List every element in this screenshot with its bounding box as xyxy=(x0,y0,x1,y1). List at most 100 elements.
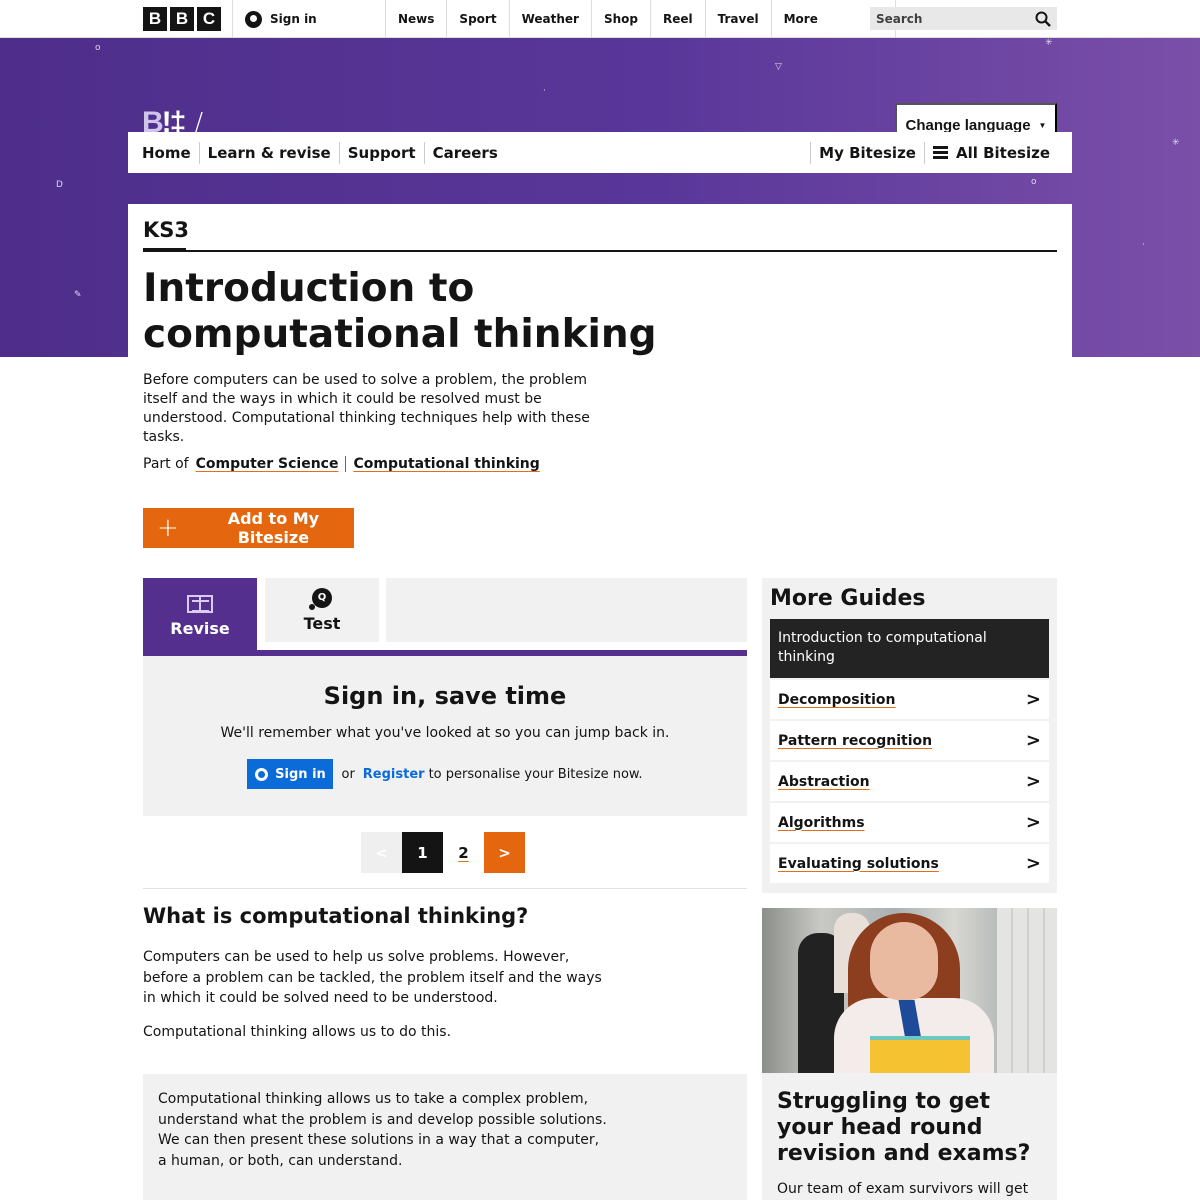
decorative-sparkle-icon: ✳ xyxy=(1172,138,1180,148)
add-to-my-bitesize-button[interactable]: + Add to My Bitesize xyxy=(143,508,354,548)
breadcrumb-computer-science[interactable]: Computer Science xyxy=(189,456,346,472)
bbc-sign-in-label: Sign in xyxy=(270,12,317,26)
bbc-logo-letter: C xyxy=(197,7,221,31)
tab-test-label: Test xyxy=(303,613,341,633)
guide-item-label: Evaluating solutions xyxy=(778,855,939,872)
nav-support[interactable]: Support xyxy=(338,141,424,164)
more-guides-panel: More Guides Introduction to computationa… xyxy=(762,578,1057,893)
decorative-pencil-icon: ✎ xyxy=(74,290,82,300)
page-2-link[interactable]: 2 xyxy=(443,832,484,873)
guide-item-abstraction[interactable]: Abstraction > xyxy=(770,762,1049,801)
nav-news[interactable]: News xyxy=(385,0,446,38)
guide-item-evaluating-solutions[interactable]: Evaluating solutions > xyxy=(770,844,1049,883)
nav-all-bitesize[interactable]: All Bitesize xyxy=(923,141,1058,164)
promo-image-lockers xyxy=(997,908,1057,1073)
article-heading: What is computational thinking? xyxy=(143,904,529,928)
article-paragraph: Computational thinking allows us to do t… xyxy=(143,1024,452,1040)
nav-weather[interactable]: Weather xyxy=(508,0,591,38)
chevron-down-icon: ▼ xyxy=(1038,121,1047,130)
promo-image-folder xyxy=(870,1036,970,1073)
menu-icon xyxy=(932,146,948,159)
nav-careers[interactable]: Careers xyxy=(423,141,506,164)
nav-my-bitesize[interactable]: My Bitesize xyxy=(810,141,924,164)
guide-item-label: Abstraction xyxy=(778,773,870,790)
chevron-right-icon: > xyxy=(1025,730,1041,751)
part-of-label: Part of xyxy=(143,456,189,472)
bbc-top-nav: News Sport Weather Shop Reel Travel More… xyxy=(385,0,896,38)
chevron-right-icon: > xyxy=(1025,853,1041,874)
bbc-logo[interactable]: B B C xyxy=(143,7,221,31)
revision-promo-card[interactable]: Struggling to get your head round revisi… xyxy=(762,908,1057,1200)
or-text: or xyxy=(341,766,355,782)
nav-travel[interactable]: Travel xyxy=(704,0,771,38)
chevron-right-icon: > xyxy=(1025,771,1041,792)
sign-in-button-label: Sign in xyxy=(275,766,326,782)
guide-summary: Before computers can be used to solve a … xyxy=(143,372,590,445)
decorative-triangle-icon: ▽ xyxy=(775,62,782,72)
chevron-right-icon: > xyxy=(1025,812,1041,833)
tab-revise[interactable]: Revise xyxy=(143,578,257,654)
next-page-button[interactable]: > xyxy=(484,832,525,873)
user-icon xyxy=(245,10,262,28)
promo-heading: Struggling to get your head round revisi… xyxy=(777,1089,1031,1166)
pagination: < 1 2 > xyxy=(361,832,525,873)
key-stage-divider xyxy=(143,248,1057,252)
bbc-global-bar: B B C Sign in News Sport Weather Shop Re… xyxy=(0,0,1200,38)
sign-in-button[interactable]: Sign in xyxy=(247,759,334,789)
guide-item-decomposition[interactable]: Decomposition > xyxy=(770,680,1049,719)
quiz-icon: Q xyxy=(309,587,332,610)
nav-more-label: More xyxy=(783,12,818,26)
article-paragraph: Computers can be used to help us solve p… xyxy=(143,949,602,1006)
previous-page-button[interactable]: < xyxy=(361,832,402,873)
breadcrumb: Part of Computer Science Computational t… xyxy=(143,456,547,472)
guide-content: KS3 Introduction to computational thinki… xyxy=(128,204,1072,1200)
more-guides-heading: More Guides xyxy=(770,586,926,611)
decorative-dot-icon: · xyxy=(1142,240,1145,250)
decorative-dot-icon: · xyxy=(543,86,546,96)
bbc-logo-letter: B xyxy=(170,7,194,31)
bbc-sign-in-link[interactable]: Sign in xyxy=(232,0,317,38)
add-to-my-bitesize-label: Add to My Bitesize xyxy=(227,509,320,547)
page-1-button[interactable]: 1 xyxy=(402,832,443,873)
callout-text: Computational thinking allows us to take… xyxy=(158,1091,607,1169)
decorative-circle-icon: o xyxy=(1031,177,1037,187)
guide-item-pattern-recognition[interactable]: Pattern recognition > xyxy=(770,721,1049,760)
search-icon[interactable] xyxy=(1035,11,1051,27)
nav-shop[interactable]: Shop xyxy=(590,0,650,38)
key-stage-label: KS3 xyxy=(143,218,190,242)
section-divider xyxy=(143,888,747,889)
nav-all-bitesize-label: All Bitesize xyxy=(955,143,1050,162)
sign-in-panel: Sign in, save time We'll remember what y… xyxy=(143,656,747,816)
promo-text: Our team of exam survivors will get xyxy=(777,1181,1029,1197)
user-icon xyxy=(255,767,269,781)
sign-in-heading: Sign in, save time xyxy=(323,682,567,710)
guide-tabs: Revise Q Test xyxy=(143,578,747,658)
guide-item-label: Pattern recognition xyxy=(778,732,933,749)
decorative-sparkle-icon: ✳ xyxy=(1045,38,1053,48)
current-guide-item: Introduction to computational thinking xyxy=(770,619,1049,678)
guide-item-algorithms[interactable]: Algorithms > xyxy=(770,803,1049,842)
register-link[interactable]: Register xyxy=(363,767,425,782)
tab-strip-filler xyxy=(386,578,747,642)
decorative-semicircle-icon: D xyxy=(56,180,63,190)
sign-in-text: We'll remember what you've looked at so … xyxy=(220,725,670,741)
nav-learn-revise[interactable]: Learn & revise xyxy=(198,141,339,164)
search-box[interactable] xyxy=(870,7,1057,30)
book-icon xyxy=(187,594,213,613)
nav-reel[interactable]: Reel xyxy=(649,0,705,38)
bitesize-nav: Home Learn & revise Support Careers My B… xyxy=(128,132,1072,173)
sign-in-row: Sign in or Register to personalise your … xyxy=(143,759,747,789)
breadcrumb-computational-thinking[interactable]: Computational thinking xyxy=(345,456,546,472)
callout-box: Computational thinking allows us to take… xyxy=(143,1074,747,1200)
guide-item-label: Algorithms xyxy=(778,814,865,831)
plus-icon: + xyxy=(157,513,179,543)
search-input[interactable] xyxy=(876,11,1016,26)
tab-test[interactable]: Q Test xyxy=(265,578,379,642)
personalise-text: to personalise your Bitesize now. xyxy=(428,766,643,782)
nav-home[interactable]: Home xyxy=(142,142,199,164)
chevron-right-icon: > xyxy=(1025,689,1041,710)
nav-sport[interactable]: Sport xyxy=(446,0,508,38)
tab-revise-label: Revise xyxy=(170,618,230,638)
page-title: Introduction to computational thinking xyxy=(143,266,657,357)
bbc-logo-letter: B xyxy=(143,7,167,31)
